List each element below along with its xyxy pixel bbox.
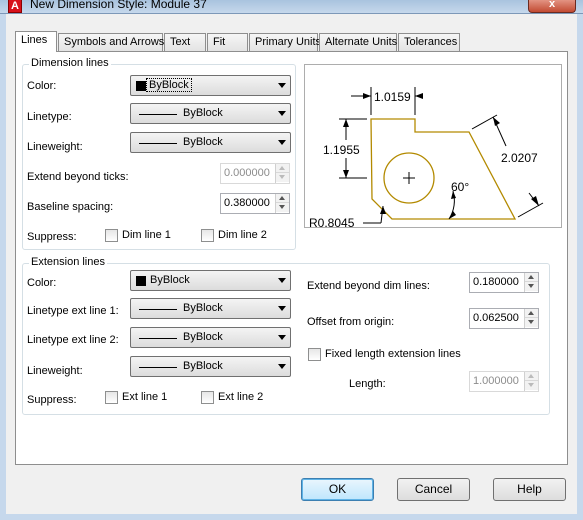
dim-suppress-label: Suppress: — [27, 231, 77, 243]
help-button[interactable]: Help — [493, 478, 566, 501]
part-outline — [370, 118, 517, 220]
dim-linetype-value: ByBlock — [183, 107, 223, 119]
fixed-length-label[interactable]: Fixed length extension lines — [325, 348, 461, 360]
preview-radius: R0.8045 — [309, 216, 355, 230]
ext-line-2-label[interactable]: Ext line 2 — [218, 391, 263, 403]
offset-from-origin-spinner[interactable]: 0.062500 — [469, 308, 539, 329]
chevron-down-icon — [278, 335, 286, 340]
window-title: New Dimension Style: Module 37 — [30, 0, 207, 11]
ext-line-1-checkbox[interactable] — [105, 391, 118, 404]
ext-line-2-checkbox[interactable] — [201, 391, 214, 404]
spin-up-icon[interactable] — [525, 309, 538, 318]
chevron-down-icon — [278, 306, 286, 311]
dim-color-select[interactable]: ByBlock — [130, 75, 291, 96]
extend-beyond-dim-lines-value: 0.180000 — [473, 276, 519, 288]
line-sample-icon — [139, 143, 177, 144]
dim-line-2-checkbox[interactable] — [201, 229, 214, 242]
dim-line-1-label[interactable]: Dim line 1 — [122, 229, 171, 241]
length-spinner[interactable]: 1.000000 — [469, 371, 539, 392]
dimension-preview: 1.0159 1.1955 2.0207 60° R0.8045 — [304, 64, 562, 230]
linetype-ext-line-2-label: Linetype ext line 2: — [27, 334, 119, 346]
spin-up-icon[interactable] — [525, 372, 538, 381]
chevron-down-icon — [278, 278, 286, 283]
dim-lineweight-select[interactable]: ByBlock — [130, 132, 291, 153]
linetype-ext-line-1-select[interactable]: ByBlock — [130, 298, 291, 319]
extension-lines-legend: Extension lines — [29, 256, 107, 268]
chevron-down-icon — [278, 364, 286, 369]
spin-down-icon[interactable] — [525, 282, 538, 291]
ext-suppress-label: Suppress: — [27, 394, 77, 406]
length-value: 1.000000 — [473, 375, 519, 387]
tab-primary-units[interactable]: Primary Units — [249, 33, 321, 51]
spin-down-icon[interactable] — [276, 203, 289, 212]
extend-beyond-dim-lines-spinner[interactable]: 0.180000 — [469, 272, 539, 293]
spin-down-icon[interactable] — [276, 173, 289, 182]
dim-lineweight-label: Lineweight: — [27, 141, 83, 153]
fixed-length-checkbox[interactable] — [308, 348, 321, 361]
dim-linetype-select[interactable]: ByBlock — [130, 103, 291, 124]
close-button[interactable]: x — [528, 0, 576, 13]
spin-down-icon[interactable] — [525, 381, 538, 390]
baseline-spacing-label: Baseline spacing: — [27, 201, 114, 213]
extend-beyond-ticks-value: 0.000000 — [224, 167, 270, 179]
line-sample-icon — [139, 338, 177, 339]
dim-linetype-label: Linetype: — [27, 111, 72, 123]
tab-fit[interactable]: Fit — [207, 33, 248, 51]
ext-color-value: ByBlock — [150, 274, 190, 286]
dim-line-1-checkbox[interactable] — [105, 229, 118, 242]
chevron-down-icon — [278, 83, 286, 88]
color-swatch-icon — [136, 81, 146, 91]
baseline-spacing-spinner[interactable]: 0.380000 — [220, 193, 290, 214]
dim-line-2-label[interactable]: Dim line 2 — [218, 229, 267, 241]
tab-tolerances[interactable]: Tolerances — [398, 33, 460, 51]
autocad-app-icon: A — [8, 0, 22, 13]
offset-from-origin-value: 0.062500 — [473, 312, 519, 324]
linetype-ext-line-1-label: Linetype ext line 1: — [27, 305, 119, 317]
color-swatch-icon — [136, 276, 146, 286]
line-sample-icon — [139, 114, 177, 115]
dim-color-label: Color: — [27, 80, 57, 92]
dimension-lines-group: Dimension lines Color: ByBlock Linetype:… — [22, 57, 296, 250]
ext-lineweight-value: ByBlock — [183, 360, 223, 372]
spin-up-icon[interactable] — [525, 273, 538, 282]
ext-line-1-label[interactable]: Ext line 1 — [122, 391, 167, 403]
spin-up-icon[interactable] — [276, 164, 289, 173]
length-label: Length: — [349, 378, 386, 390]
chevron-down-icon — [278, 140, 286, 145]
preview-dim-top: 1.0159 — [374, 90, 411, 104]
dim-lineweight-value: ByBlock — [183, 136, 223, 148]
baseline-spacing-value: 0.380000 — [224, 197, 270, 209]
cancel-button[interactable]: Cancel — [397, 478, 470, 501]
line-sample-icon — [139, 367, 177, 368]
chevron-down-icon — [278, 111, 286, 116]
extension-lines-group: Extension lines Color: ByBlock Linetype … — [22, 256, 550, 415]
spin-down-icon[interactable] — [525, 318, 538, 327]
linetype-ext-line-2-select[interactable]: ByBlock — [130, 327, 291, 348]
offset-from-origin-label: Offset from origin: — [307, 316, 395, 328]
tab-text[interactable]: Text — [164, 33, 206, 51]
spin-up-icon[interactable] — [276, 194, 289, 203]
tab-alternate-units[interactable]: Alternate Units — [319, 33, 397, 51]
ok-button[interactable]: OK — [301, 478, 374, 501]
ext-lineweight-select[interactable]: ByBlock — [130, 356, 291, 377]
lines-tab-panel: Dimension lines Color: ByBlock Linetype:… — [15, 51, 568, 465]
extend-beyond-dim-lines-label: Extend beyond dim lines: — [307, 280, 430, 292]
tab-symbols-and-arrows[interactable]: Symbols and Arrows — [58, 33, 164, 51]
dim-color-value: ByBlock — [146, 78, 192, 92]
preview-angle: 60° — [451, 180, 470, 194]
preview-dim-left: 1.1955 — [323, 143, 360, 157]
extend-beyond-ticks-label: Extend beyond ticks: — [27, 171, 129, 183]
ext-lineweight-label: Lineweight: — [27, 365, 83, 377]
linetype-ext-line-2-value: ByBlock — [183, 331, 223, 343]
preview-dim-right: 2.0207 — [501, 151, 538, 165]
dimension-lines-legend: Dimension lines — [29, 57, 111, 69]
ext-color-label: Color: — [27, 277, 57, 289]
linetype-ext-line-1-value: ByBlock — [183, 302, 223, 314]
title-bar: A New Dimension Style: Module 37 x — [0, 0, 583, 14]
extend-beyond-ticks-spinner[interactable]: 0.000000 — [220, 163, 290, 184]
tab-lines[interactable]: Lines — [15, 31, 57, 52]
line-sample-icon — [139, 309, 177, 310]
ext-color-select[interactable]: ByBlock — [130, 270, 291, 291]
